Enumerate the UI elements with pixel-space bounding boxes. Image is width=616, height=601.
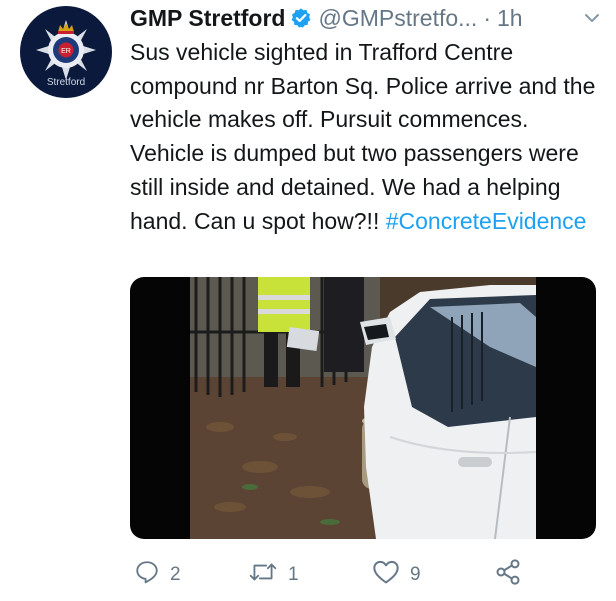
heart-icon — [372, 559, 400, 591]
reply-icon — [134, 559, 160, 591]
svg-text:ER: ER — [61, 48, 71, 55]
display-name[interactable]: GMP Stretford — [130, 5, 285, 32]
tweet-card[interactable]: ER Stretford GMP Stretford @GMPstretfo..… — [0, 0, 616, 601]
reply-button[interactable]: 2 — [134, 560, 181, 590]
hashtag-link[interactable]: #ConcreteEvidence — [386, 208, 587, 234]
media-photo — [190, 277, 536, 539]
verified-badge-icon — [290, 7, 312, 29]
tweet-body: Sus vehicle sighted in Trafford Centre c… — [130, 39, 596, 234]
tweet-header: GMP Stretford @GMPstretfo... · 1h — [130, 2, 602, 34]
tweet-text: Sus vehicle sighted in Trafford Centre c… — [130, 36, 600, 238]
share-icon — [494, 558, 522, 592]
tweet-actions: 2 1 9 — [130, 558, 550, 592]
avatar-caption: Stretford — [46, 77, 86, 88]
avatar[interactable]: ER Stretford — [20, 6, 112, 98]
retweet-icon — [248, 559, 278, 591]
reply-count: 2 — [170, 564, 181, 585]
separator-dot: · — [483, 4, 491, 31]
chevron-down-icon[interactable] — [582, 8, 602, 28]
retweet-count: 1 — [288, 564, 299, 585]
tweet-media[interactable] — [130, 277, 596, 539]
like-button[interactable]: 9 — [372, 560, 421, 590]
like-count: 9 — [410, 564, 421, 585]
handle[interactable]: @GMPstretfo... — [318, 5, 477, 32]
share-button[interactable] — [494, 558, 522, 592]
timestamp[interactable]: 1h — [497, 5, 523, 32]
retweet-button[interactable]: 1 — [248, 560, 299, 590]
